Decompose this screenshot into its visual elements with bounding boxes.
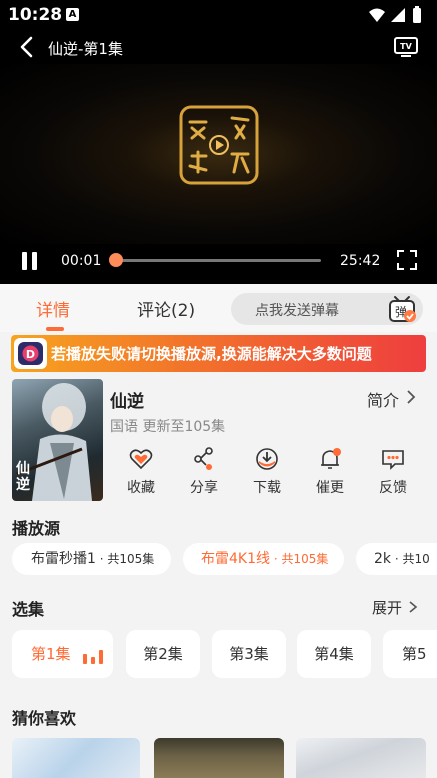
wifi-icon bbox=[369, 8, 385, 22]
sources-title: 播放源 bbox=[12, 519, 61, 538]
urge-update-button[interactable]: 催更 bbox=[305, 447, 355, 501]
video-title: 仙逆-第1集 bbox=[48, 40, 123, 58]
video-logo-icon bbox=[179, 105, 259, 185]
app-logo-icon: D bbox=[14, 338, 47, 369]
source-name: 布雷秒播1 bbox=[31, 551, 96, 567]
share-icon bbox=[194, 447, 213, 470]
tab-indicator bbox=[46, 327, 64, 331]
urge-update-label: 催更 bbox=[316, 480, 344, 496]
source-chip[interactable]: 2k · 共10 bbox=[356, 543, 437, 575]
source-chip-active[interactable]: 布雷4K1线 · 共105集 bbox=[183, 543, 344, 575]
poster-caption: 仙逆 bbox=[16, 461, 30, 493]
heart-icon bbox=[129, 449, 153, 470]
recommend-title: 猜你喜欢 bbox=[12, 709, 77, 728]
source-name: 布雷4K1线 bbox=[201, 551, 270, 567]
chevron-right-icon[interactable] bbox=[407, 600, 419, 614]
source-name: 2k bbox=[374, 551, 392, 567]
player-controls: 00:01 25:42 bbox=[0, 244, 437, 284]
download-label: 下载 bbox=[253, 480, 281, 496]
episode-button[interactable]: 第4集 bbox=[297, 630, 371, 678]
recommend-item[interactable] bbox=[296, 738, 426, 778]
status-bar: 10:28 A bbox=[0, 0, 437, 30]
episode-button-active[interactable]: 第1集 bbox=[12, 630, 113, 678]
show-subtitle: 国语 更新至105集 bbox=[110, 419, 226, 435]
danmu-toggle-icon[interactable]: 弹 bbox=[387, 294, 417, 324]
download-button[interactable]: 下载 bbox=[242, 447, 292, 501]
source-count: 共105集 bbox=[107, 552, 155, 566]
chevron-right-icon[interactable] bbox=[404, 389, 418, 405]
favorite-button[interactable]: 收藏 bbox=[116, 447, 166, 501]
switch-source-banner[interactable]: D 若播放失败请切换播放源,换源能解决大多数问题 bbox=[11, 335, 426, 372]
banner-text: 若播放失败请切换播放源,换源能解决大多数问题 bbox=[51, 345, 372, 363]
video-player[interactable]: 10:28 A 仙逆-第1集 TV 00:01 25:42 bbox=[0, 0, 437, 284]
episodes-title: 选集 bbox=[12, 600, 45, 619]
status-time: 10:28 bbox=[8, 5, 63, 25]
tab-detail[interactable]: 详情 bbox=[36, 296, 70, 321]
bell-icon bbox=[321, 448, 341, 469]
feedback-icon bbox=[382, 450, 404, 470]
episode-button[interactable]: 第3集 bbox=[212, 630, 286, 678]
pause-icon[interactable] bbox=[20, 250, 40, 272]
source-count: 共105集 bbox=[281, 552, 329, 566]
player-title-bar: 仙逆-第1集 TV bbox=[0, 30, 437, 64]
episode-label: 第4集 bbox=[314, 645, 354, 663]
notification-icon: A bbox=[66, 8, 79, 21]
episode-label: 第3集 bbox=[229, 645, 269, 663]
detail-tabs: 详情 评论(2) 点我发送弹幕 弹 bbox=[0, 284, 437, 332]
episode-button[interactable]: 第5 bbox=[383, 630, 437, 678]
battery-icon bbox=[413, 6, 421, 23]
current-time: 00:01 bbox=[61, 253, 102, 269]
share-label: 分享 bbox=[190, 480, 218, 496]
progress-knob[interactable] bbox=[109, 253, 123, 267]
fullscreen-icon[interactable] bbox=[397, 250, 417, 270]
episode-button[interactable]: 第2集 bbox=[126, 630, 200, 678]
total-time: 25:42 bbox=[340, 253, 381, 269]
signal-icon bbox=[391, 8, 405, 22]
episode-label: 第2集 bbox=[143, 645, 183, 663]
favorite-label: 收藏 bbox=[127, 480, 155, 496]
recommend-item[interactable] bbox=[154, 738, 284, 778]
episode-label: 第5 bbox=[402, 645, 427, 663]
svg-text:TV: TV bbox=[400, 42, 412, 51]
playing-icon bbox=[83, 650, 103, 664]
tv-cast-icon[interactable]: TV bbox=[393, 35, 419, 59]
danmu-input[interactable]: 点我发送弹幕 弹 bbox=[231, 293, 423, 325]
video-frame[interactable] bbox=[0, 64, 437, 244]
show-title: 仙逆 bbox=[110, 392, 144, 412]
source-count: 共10 bbox=[402, 552, 430, 566]
episode-label: 第1集 bbox=[31, 645, 71, 663]
recommend-item[interactable] bbox=[12, 738, 140, 778]
show-poster[interactable]: 仙逆 bbox=[12, 379, 103, 501]
expand-link[interactable]: 展开 bbox=[372, 597, 402, 618]
feedback-label: 反馈 bbox=[379, 480, 407, 496]
share-button[interactable]: 分享 bbox=[179, 447, 229, 501]
status-icons bbox=[369, 6, 421, 23]
feedback-button[interactable]: 反馈 bbox=[368, 447, 418, 501]
back-icon[interactable] bbox=[14, 34, 40, 60]
tab-comments[interactable]: 评论(2) bbox=[137, 296, 195, 321]
download-icon bbox=[256, 448, 278, 470]
progress-track[interactable] bbox=[112, 259, 321, 262]
source-chip[interactable]: 布雷秒播1 · 共105集 bbox=[12, 543, 171, 575]
svg-text:D: D bbox=[26, 348, 35, 361]
danmu-placeholder: 点我发送弹幕 bbox=[255, 303, 339, 319]
intro-link[interactable]: 简介 bbox=[367, 387, 399, 411]
